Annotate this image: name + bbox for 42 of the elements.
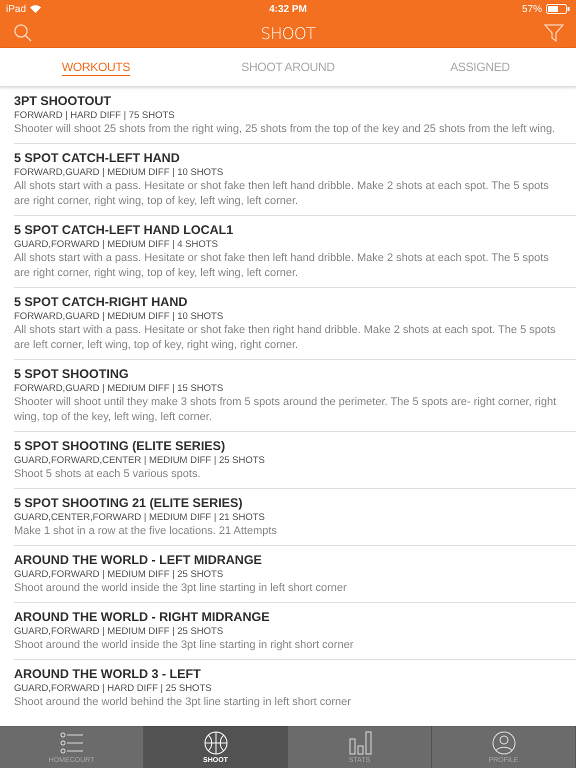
workout-title[interactable]: 5 SPOT CATCH-RIGHT HAND (14, 295, 562, 310)
screen-title: SHOOT (260, 24, 316, 42)
workout-meta: FORWARD,GUARD | MEDIUM DIFF | 15 SHOTS (14, 382, 224, 395)
status-time: 4:32 PM (269, 4, 307, 14)
workout-description: Shooter will shoot until they make 3 shots from 5 spots around the perimeter. The 5 spots are- right corner, right wing, top of the key, left wing, left corner. (14, 395, 558, 425)
workout-description: Make 1 shot in a row at the five locations. 21 Attempts (14, 524, 278, 539)
workout-title[interactable]: AROUND THE WORLD 3 - LEFT (14, 667, 562, 682)
workout-title[interactable]: 5 SPOT SHOOTING (ELITE SERIES) (14, 439, 562, 454)
workout-meta: GUARD,FORWARD | MEDIUM DIFF | 25 SHOTS (14, 625, 224, 638)
profile-icon (490, 730, 516, 754)
workout-meta: GUARD,FORWARD,CENTER | MEDIUM DIFF | 25 SHOTS (14, 454, 266, 467)
workout-meta: GUARD,FORWARD | HARD DIFF | 25 SHOTS (14, 682, 213, 695)
workout-meta: FORWARD,GUARD | MEDIUM DIFF | 10 SHOTS (14, 310, 224, 323)
filter-icon[interactable] (544, 24, 564, 42)
workout-meta: GUARD,FORWARD | MEDIUM DIFF | 25 SHOTS (14, 568, 224, 581)
workout-meta: FORWARD,GUARD | MEDIUM DIFF | 10 SHOTS (14, 166, 224, 179)
workout-description: Shooter will shoot 25 shots from the right wing, 25 shots from the top of the key and 25 shots from the left wing. (14, 122, 556, 137)
workout-title[interactable]: 5 SPOT SHOOTING (14, 367, 562, 382)
workout-title[interactable]: 5 SPOT SHOOTING 21 (ELITE SERIES) (14, 496, 562, 511)
workout-title[interactable]: 5 SPOT CATCH-LEFT HAND (14, 151, 562, 166)
basketball-icon (202, 730, 228, 754)
workout-title[interactable]: AROUND THE WORLD - LEFT MIDRANGE (14, 553, 562, 568)
workout-meta: GUARD,FORWARD | MEDIUM DIFF | 4 SHOTS (14, 238, 219, 251)
workout-description: All shots start with a pass. Hesitate or shot fake then left hand dribble. Make 2 shots at each spot. The 5 spots are right corner, right wing, top of key, left wing, left corner. (14, 251, 550, 281)
workout-description: Shoot around the world inside the 3pt line starting in left short corner (14, 581, 348, 596)
workout-description: Shoot 5 shots at each 5 various spots. (14, 467, 202, 482)
workout-title[interactable]: AROUND THE WORLD - RIGHT MIDRANGE (14, 610, 562, 625)
workout-title[interactable]: 3PT SHOOTOUT (14, 94, 562, 109)
workout-description: All shots start with a pass. Hesitate or shot fake then right hand dribble. Make 2 shots at each spot. The 5 spots are left corner, left wing, top of key, right wing, right corner. (14, 323, 557, 353)
device-name: iPad (6, 4, 26, 14)
workout-meta: GUARD,CENTER,FORWARD | MEDIUM DIFF | 21 SHOTS (14, 511, 266, 524)
workout-description: Shoot around the world inside the 3pt line starting in right short corner (14, 638, 354, 653)
search-icon[interactable] (14, 24, 32, 42)
workout-description: All shots start with a pass. Hesitate or shot fake then left hand dribble. Make 2 shots at each spot. The 5 spots are right corner, right wing, top of key, left wing, left corner. (14, 179, 550, 209)
workout-meta: FORWARD | HARD DIFF | 75 SHOTS (14, 109, 176, 122)
bar-chart-icon (346, 730, 372, 754)
wifi-icon (30, 5, 42, 13)
battery-icon (546, 4, 570, 14)
list-icon (58, 730, 84, 754)
workout-title[interactable]: 5 SPOT CATCH-LEFT HAND LOCAL1 (14, 223, 562, 238)
battery-percent: 57% (522, 4, 542, 14)
workout-description: Shoot around the world behind the 3pt line starting in left short corner (14, 695, 352, 710)
